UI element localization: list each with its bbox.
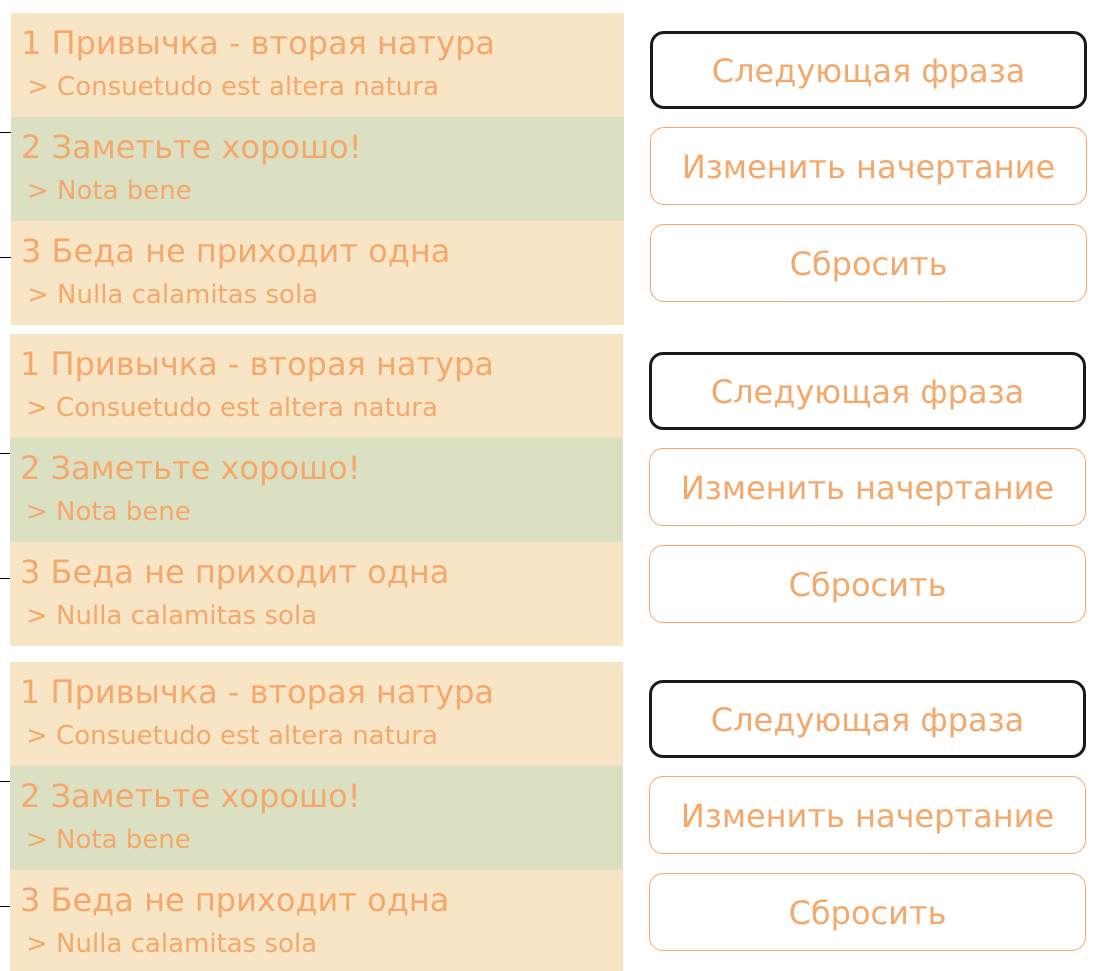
phrase-text: 2 Заметьте хорошо!: [20, 449, 361, 487]
latin-translation: > Nota bene: [26, 497, 191, 527]
divider-tick: [0, 781, 10, 782]
latin-translation: > Consuetudo est altera natura: [27, 72, 439, 102]
list-item: 3 Беда не приходит одна > Nulla calamita…: [0, 542, 623, 646]
change-style-button[interactable]: Изменить начертание: [649, 448, 1086, 526]
reset-button[interactable]: Сбросить: [649, 873, 1086, 951]
phrase-text: 3 Беда не приходит одна: [21, 232, 451, 270]
divider-tick: [0, 132, 11, 133]
next-phrase-button[interactable]: Следующая фраза: [650, 31, 1087, 109]
phrase-list: 1 Привычка - вторая натура > Consuetudo …: [0, 13, 624, 325]
list-item: 2 Заметьте хорошо! > Nota bene: [0, 438, 623, 542]
list-item: 3 Беда не приходит одна > Nulla calamita…: [0, 870, 623, 971]
list-item: 1 Привычка - вторая натура > Consuetudo …: [10, 334, 623, 438]
latin-translation: > Nulla calamitas sola: [27, 280, 319, 310]
phrase-list: 1 Привычка - вторая натура > Consuetudo …: [0, 334, 623, 646]
phrase-text: 3 Беда не приходит одна: [20, 881, 450, 919]
divider-tick: [0, 453, 10, 454]
phrase-list: 1 Привычка - вторая натура > Consuetudo …: [0, 662, 623, 971]
divider-tick: [0, 906, 10, 907]
latin-translation: > Nulla calamitas sola: [26, 601, 318, 631]
phrase-text: 1 Привычка - вторая натура: [20, 673, 495, 711]
change-style-button[interactable]: Изменить начертание: [650, 127, 1087, 205]
list-item: 2 Заметьте хорошо! > Nota bene: [0, 766, 623, 870]
list-item: 2 Заметьте хорошо! > Nota bene: [0, 117, 624, 221]
phrase-text: 2 Заметьте хорошо!: [20, 777, 361, 815]
reset-button[interactable]: Сбросить: [650, 224, 1087, 302]
reset-button[interactable]: Сбросить: [649, 545, 1086, 623]
latin-translation: > Consuetudo est altera natura: [26, 721, 438, 751]
divider-tick: [0, 257, 11, 258]
phrase-text: 3 Беда не приходит одна: [20, 553, 450, 591]
divider-tick: [0, 578, 10, 579]
list-item: 1 Привычка - вторая натура > Consuetudo …: [11, 13, 624, 117]
change-style-button[interactable]: Изменить начертание: [649, 776, 1086, 854]
phrase-text: 2 Заметьте хорошо!: [21, 128, 362, 166]
latin-translation: > Nota bene: [27, 176, 192, 206]
list-item: 1 Привычка - вторая натура > Consuetudo …: [10, 662, 623, 766]
next-phrase-button[interactable]: Следующая фраза: [649, 680, 1086, 758]
phrase-text: 1 Привычка - вторая натура: [20, 345, 495, 383]
next-phrase-button[interactable]: Следующая фраза: [649, 352, 1086, 430]
latin-translation: > Nulla calamitas sola: [26, 929, 318, 959]
latin-translation: > Nota bene: [26, 825, 191, 855]
latin-translation: > Consuetudo est altera natura: [26, 393, 438, 423]
list-item: 3 Беда не приходит одна > Nulla calamita…: [0, 221, 624, 325]
phrase-text: 1 Привычка - вторая натура: [21, 24, 496, 62]
